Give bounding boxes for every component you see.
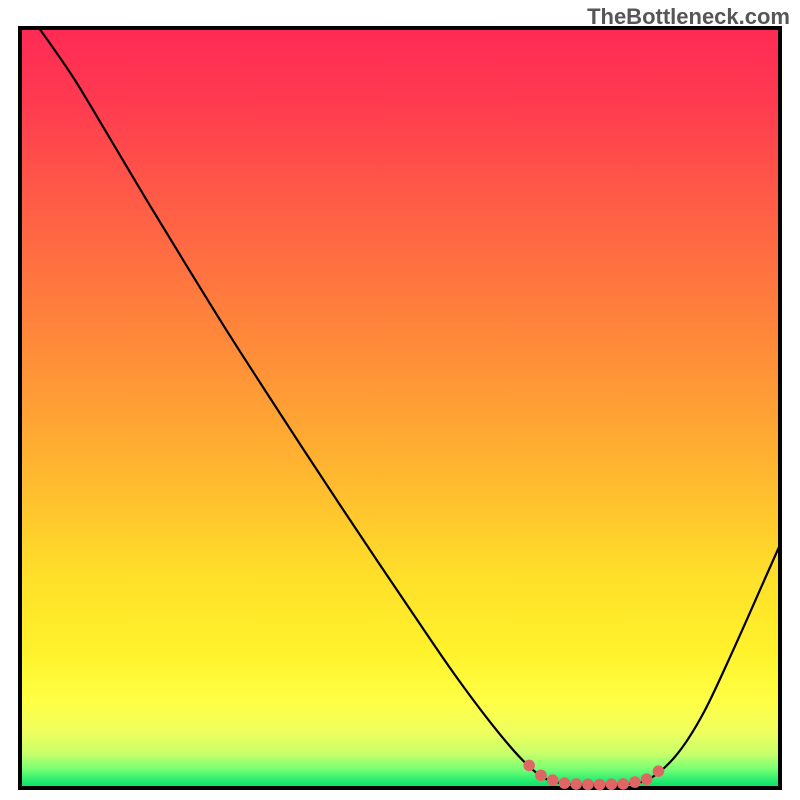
chart-container: TheBottleneck.com <box>0 0 800 800</box>
optimal-marker <box>606 778 618 790</box>
optimal-marker <box>653 765 665 777</box>
optimal-marker <box>594 779 606 791</box>
bottleneck-chart <box>0 0 800 800</box>
attribution-text: TheBottleneck.com <box>587 4 790 30</box>
optimal-marker <box>523 760 535 772</box>
optimal-marker <box>629 776 641 788</box>
optimal-marker <box>547 774 559 786</box>
gradient-background <box>20 28 780 788</box>
optimal-marker <box>535 769 547 781</box>
optimal-marker <box>570 778 582 790</box>
optimal-marker <box>559 777 571 789</box>
optimal-marker <box>582 779 594 791</box>
optimal-marker <box>617 778 629 790</box>
optimal-marker <box>641 773 653 785</box>
